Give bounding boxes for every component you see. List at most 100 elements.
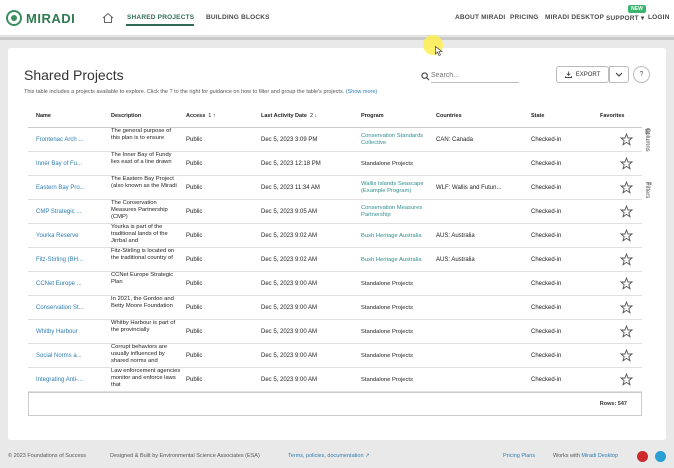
project-state: Checked-in — [531, 161, 562, 167]
project-program[interactable]: Bush Heritage Australia — [361, 248, 427, 272]
project-access: Public — [186, 377, 203, 383]
project-last-activity: Dec 5, 2023 9:05 AM — [261, 209, 318, 215]
nav-login[interactable]: LOGIN — [648, 14, 670, 21]
footer-works-with-text: Works with — [553, 453, 580, 459]
download-icon — [564, 71, 572, 78]
export-button[interactable]: EXPORT — [556, 66, 609, 83]
youtube-icon[interactable] — [637, 451, 648, 462]
table-row[interactable]: Eastern Bay Pro... The Eastern Bay Projec… — [28, 176, 642, 200]
help-button[interactable]: ? — [633, 66, 650, 83]
project-last-activity: Dec 5, 2023 11:34 AM — [261, 185, 320, 191]
filters-tab-label: ⫼ Filters — [644, 182, 651, 199]
table-row[interactable]: CCNet Europe ... CCNet Europe Strategic P… — [28, 272, 642, 296]
project-state: Checked-in — [531, 233, 562, 239]
project-last-activity: Dec 5, 2023 12:18 PM — [261, 161, 321, 167]
favorite-star-icon[interactable] — [620, 157, 633, 170]
project-name-link[interactable]: Conservation St... — [36, 296, 108, 320]
project-state: Checked-in — [531, 329, 562, 335]
project-program[interactable]: Conservation Measures Partnership — [361, 200, 427, 224]
favorite-star-icon[interactable] — [620, 373, 633, 386]
project-access: Public — [186, 305, 203, 311]
nav-about-miradi[interactable]: ABOUT MIRADI — [455, 14, 505, 21]
project-program[interactable]: Bush Heritage Australia — [361, 224, 427, 248]
project-name-link[interactable]: Inner Bay of Fu... — [36, 152, 108, 176]
col-program[interactable]: Program — [361, 113, 384, 119]
top-nav: MIRADI SHARED PROJECTS BUILDING BLOCKS A… — [0, 0, 674, 36]
project-description: The Inner Bay of Fundy lies east of a li… — [111, 152, 172, 165]
project-program[interactable]: Wallis Islands Seascape (Example Program… — [361, 176, 427, 200]
export-dropdown-button[interactable] — [609, 66, 629, 83]
export-label: EXPORT — [575, 71, 601, 78]
project-countries: AUS: Australia — [436, 257, 475, 263]
project-name-link[interactable]: CCNet Europe ... — [36, 272, 108, 296]
favorite-star-icon[interactable] — [620, 301, 633, 314]
search-input[interactable] — [431, 69, 519, 83]
project-countries: AUS: Australia — [436, 233, 475, 239]
col-last-activity[interactable]: Last Activity Date 2 ↓ — [261, 113, 317, 119]
table-footer: Rows: 547 — [28, 392, 642, 416]
table-header: Name Description Access 1 ↑ Last Activity… — [28, 104, 642, 128]
filters-side-tab[interactable]: ⫼ Filters — [644, 182, 656, 222]
project-program: Standalone Projects — [361, 280, 413, 287]
favorite-star-icon[interactable] — [620, 253, 633, 266]
nav-miradi-desktop[interactable]: MIRADI DESKTOP — [545, 14, 604, 21]
show-more-link[interactable]: (Show more) — [346, 89, 377, 95]
home-icon[interactable] — [102, 12, 114, 24]
table-row[interactable]: Inner Bay of Fu... The Inner Bay of Fundy… — [28, 152, 642, 176]
footer-desktop-link[interactable]: Miradi Desktop — [581, 453, 618, 459]
col-state[interactable]: State — [531, 113, 544, 119]
project-last-activity: Dec 5, 2023 9:00 AM — [261, 353, 318, 359]
table-row[interactable]: Fitz-Stirling (BH... Fitz-Stirling is loc… — [28, 248, 642, 272]
favorite-star-icon[interactable] — [620, 325, 633, 338]
table-row[interactable]: Integrating Anti-... Law enforcement agen… — [28, 368, 642, 392]
rows-count: Rows: 547 — [599, 401, 627, 407]
table-row[interactable]: Whitby Harbour Whitby Harbour is part of … — [28, 320, 642, 344]
table-row[interactable]: Conservation St... In 2021, the Gordon an… — [28, 296, 642, 320]
project-state: Checked-in — [531, 185, 562, 191]
favorite-star-icon[interactable] — [620, 349, 633, 362]
project-state: Checked-in — [531, 281, 562, 287]
project-name-link[interactable]: Frontenac Arch ... — [36, 128, 108, 152]
project-name-link[interactable]: CMP Strategic ... — [36, 200, 108, 224]
nav-support[interactable]: SUPPORT ▾ — [606, 14, 644, 22]
miradi-logo[interactable]: MIRADI — [6, 9, 75, 27]
table-row[interactable]: Social Norms a... Corrupt behaviors are u… — [28, 344, 642, 368]
page-title: Shared Projects — [24, 67, 124, 83]
project-name-link[interactable]: Whitby Harbour — [36, 320, 108, 344]
favorite-star-icon[interactable] — [620, 229, 633, 242]
favorite-star-icon[interactable] — [620, 205, 633, 218]
table-row[interactable]: CMP Strategic ... The Conservation Measur… — [28, 200, 642, 224]
table-row[interactable]: Frontenac Arch ... The general purpose of… — [28, 128, 642, 152]
col-description[interactable]: Description — [111, 113, 141, 119]
project-name-link[interactable]: Eastern Bay Pro... — [36, 176, 108, 200]
nav-building-blocks[interactable]: BUILDING BLOCKS — [206, 14, 270, 21]
project-description: Yourka is part of the traditional lands … — [111, 224, 168, 244]
favorite-star-icon[interactable] — [620, 181, 633, 194]
project-name-link[interactable]: Yourka Reserve — [36, 224, 108, 248]
table-row[interactable]: Yourka Reserve Yourka is part of the trad… — [28, 224, 642, 248]
project-name-link[interactable]: Fitz-Stirling (BH... — [36, 248, 108, 272]
sort-order-date: 2 — [309, 113, 314, 119]
col-favorites[interactable]: Favorites — [600, 113, 624, 119]
nav-shared-projects[interactable]: SHARED PROJECTS — [127, 14, 194, 21]
project-last-activity: Dec 5, 2023 9:00 AM — [261, 281, 318, 287]
footer-pricing-link[interactable]: Pricing Plans — [503, 453, 535, 459]
project-name-link[interactable]: Integrating Anti-... — [36, 368, 108, 392]
footer-terms-link[interactable]: Terms, policies, documentation ↗ — [288, 453, 370, 459]
columns-side-tab[interactable]: ▥ Columns — [644, 128, 656, 168]
col-name[interactable]: Name — [36, 113, 51, 119]
twitter-icon[interactable] — [655, 451, 666, 462]
project-name-link[interactable]: Social Norms a... — [36, 344, 108, 368]
project-last-activity: Dec 5, 2023 9:00 AM — [261, 329, 318, 335]
project-state: Checked-in — [531, 377, 562, 383]
col-access[interactable]: Access 1 ↑ — [186, 113, 216, 119]
col-countries[interactable]: Countries — [436, 113, 462, 119]
project-state: Checked-in — [531, 353, 562, 359]
favorite-star-icon[interactable] — [620, 133, 633, 146]
project-access: Public — [186, 281, 203, 287]
favorite-star-icon[interactable] — [620, 277, 633, 290]
project-program[interactable]: Conservation Standards Collective — [361, 128, 427, 152]
project-last-activity: Dec 5, 2023 9:02 AM — [261, 257, 318, 263]
nav-pricing[interactable]: PRICING — [510, 14, 539, 21]
columns-tab-label: ▥ Columns — [644, 128, 650, 152]
